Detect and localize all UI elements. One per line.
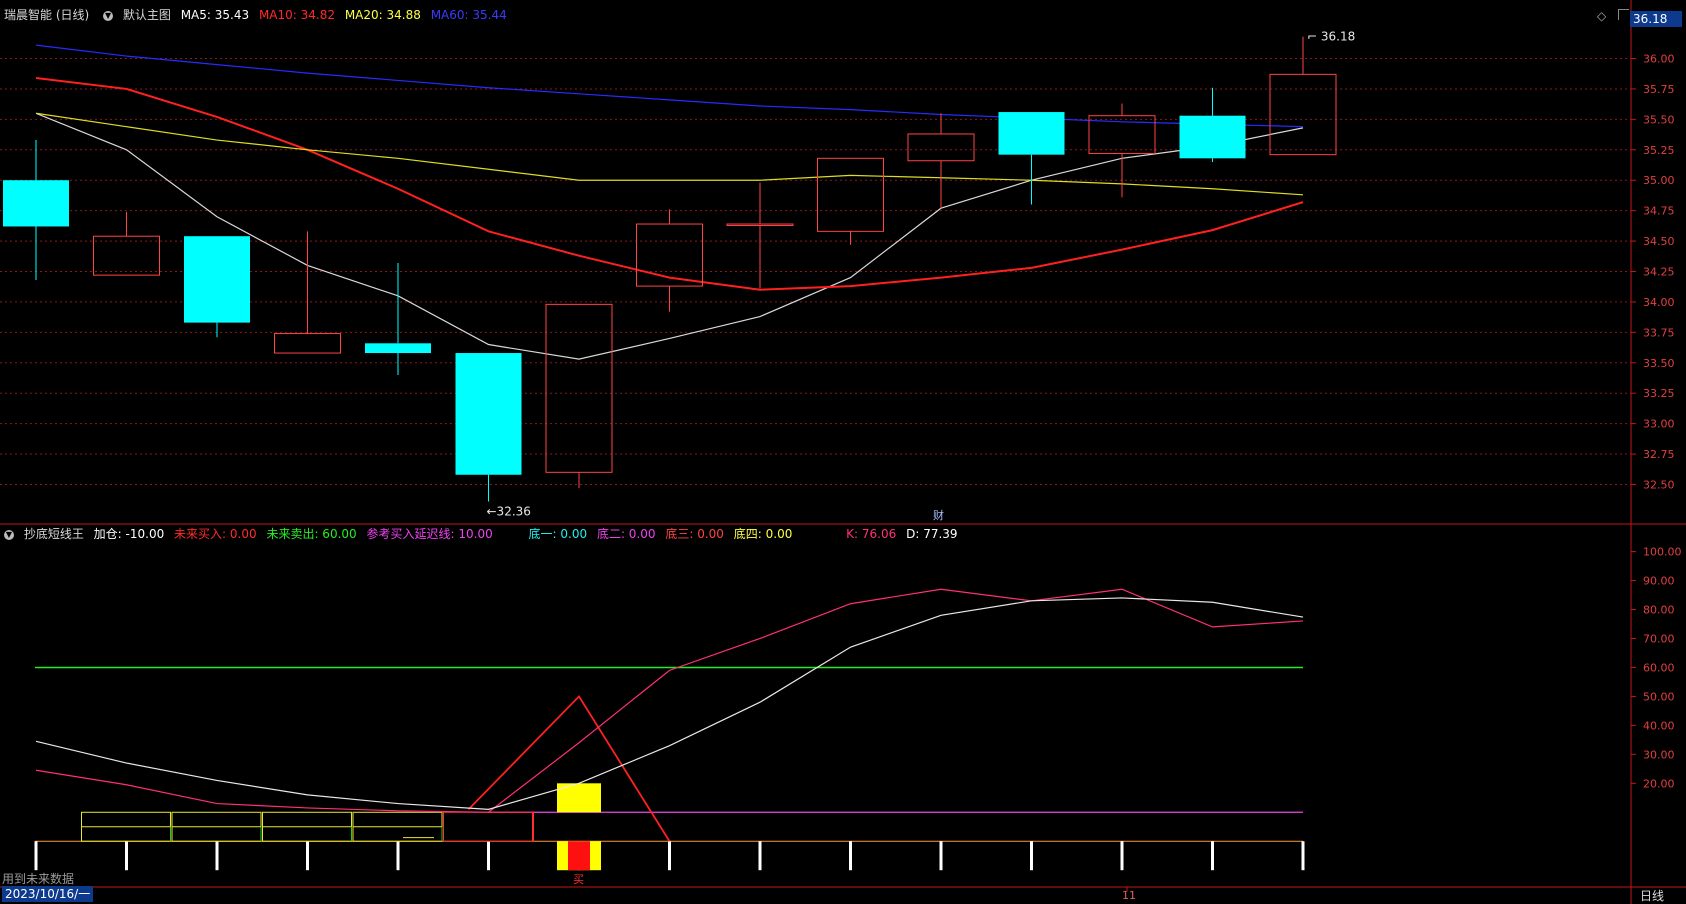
price-tick-label: 34.75 [1643,205,1675,218]
candle-body-up [907,133,975,162]
legend-bottom-1: 底一: 0.00 [528,527,588,541]
candle-body-up [93,235,160,276]
legend-buy-delay: 参考买入延迟线: 10.00 [366,527,493,541]
candle-body-up [274,333,341,354]
kd-line-k [35,588,1304,813]
indicator-tick-label: 20.00 [1643,777,1675,790]
candle-body-down [365,343,431,354]
candle-body-up [545,303,613,473]
future-buy-line [467,694,671,842]
price-tick-label: 34.25 [1643,266,1675,279]
legend-d: D: 77.39 [906,527,958,541]
finance-mark[interactable]: 财 [933,507,944,523]
dropdown-icon[interactable]: ▼ [103,10,114,21]
future-data-note: 用到未来数据 [2,872,75,886]
candle-body-up [817,157,884,232]
price-tick-label: 35.00 [1643,174,1675,187]
ma5-legend: MA5: 35.43 [180,8,250,22]
price-tick-label: 34.50 [1643,235,1675,248]
indicator-name[interactable]: 抄底短线王 [24,527,84,541]
ma-line-ma60 [35,44,1304,128]
dropdown-icon[interactable]: ▼ [4,529,14,540]
indicator-tick-label: 50.00 [1643,690,1675,703]
diamond-icon[interactable]: ◇ [1597,9,1606,23]
price-tick-label: 33.50 [1643,357,1675,370]
legend-add-position: 加仓: -10.00 [93,527,165,541]
indicator-tick-label: 30.00 [1643,748,1675,761]
candle-body-down [998,112,1065,155]
period-label[interactable]: 日线 [1640,887,1664,904]
stock-title[interactable]: 瑞晨智能 (日线) [4,8,89,22]
low-price-label: ←32.36 [487,505,531,519]
kline-chart[interactable]: 11 32.50 32.75 33.00 33.25 33.50 33.75 34.00 34.… [0,0,1686,904]
ma-line-ma20 [35,112,1304,196]
indicator-tick-label: 100.00 [1643,546,1682,559]
candle-body-down [1179,115,1246,159]
main-chart-label[interactable]: 默认主图 [123,8,171,22]
current-price-badge: 36.18 [1630,11,1682,27]
ma60-legend: MA60: 35.44 [430,8,507,22]
buy-signal-block [568,841,590,871]
price-tick-label: 33.75 [1643,326,1675,339]
ma10-legend: MA10: 34.82 [258,8,335,22]
price-tick-label: 34.00 [1643,296,1675,309]
indicator-tick-label: 40.00 [1643,719,1675,732]
legend-bottom-3: 底三: 0.00 [665,527,724,541]
indicator-tick-label: 70.00 [1643,632,1675,645]
legend-k: K: 76.06 [846,527,897,541]
indicator-header: ▼ 抄底短线王 加仓: -10.00 未来买入: 0.00 未来卖出: 60.0… [0,525,964,543]
indicator-tick-label: 90.00 [1643,575,1675,588]
kd-line-d [35,597,1304,810]
legend-future-buy: 未来买入: 0.00 [174,527,257,541]
corner-icon[interactable] [1618,9,1629,20]
price-tick-label: 35.75 [1643,83,1675,96]
price-tick-label: 32.50 [1643,478,1675,491]
ma20-legend: MA20: 34.88 [344,8,421,22]
month-marker: 11 [1122,889,1136,902]
legend-bottom-2: 底二: 0.00 [596,527,656,541]
main-chart-header: 瑞晨智能 (日线) ▼ 默认主图 MA5: 35.43 MA10: 34.82 … [0,6,513,24]
candle-body-up [726,223,794,227]
indicator-tick-label: 80.00 [1643,604,1675,617]
candle-body-down [455,353,522,475]
candle-body-up [1269,73,1337,156]
bottom-zone-box-red [443,811,534,842]
high-price-label: ⌐ 36.18 [1307,30,1355,44]
date-badge: 2023/10/16/一 [2,886,94,902]
legend-bottom-4: 底四: 0.00 [733,527,793,541]
price-tick-label: 33.25 [1643,387,1675,400]
price-tick-label: 32.75 [1643,448,1675,461]
candle-body-down [184,236,250,323]
buy-signal-label: 买 [573,873,584,886]
indicator-tick-label: 60.00 [1643,661,1675,674]
price-tick-label: 33.00 [1643,418,1675,431]
legend-future-sell: 未来卖出: 60.00 [266,527,357,541]
price-tick-label: 36.00 [1643,53,1675,66]
price-tick-label: 35.25 [1643,144,1675,157]
candle-body-down [3,180,69,227]
price-tick-label: 35.50 [1643,113,1675,126]
